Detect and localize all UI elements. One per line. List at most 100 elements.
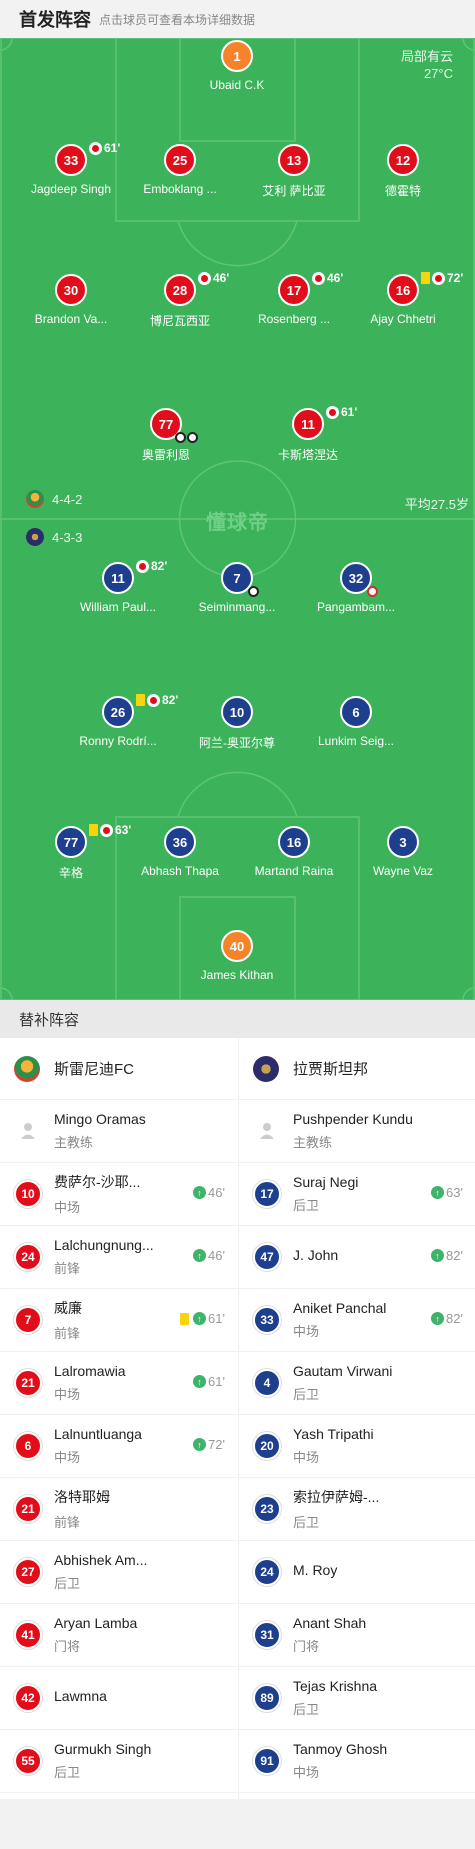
player-away-def-2[interactable]: 36 Abhash Thapa bbox=[120, 826, 240, 878]
shirt-number: 32 bbox=[348, 570, 364, 586]
home-sub-row[interactable]: 27 Abhishek Am... 后卫 bbox=[0, 1541, 237, 1604]
player-position: 前锋 bbox=[54, 1515, 81, 1530]
player-home-fw-1[interactable]: 77 奥雷利恩 bbox=[106, 408, 226, 463]
away-sub-row[interactable]: 89 Tejas Krishna 后卫 bbox=[239, 1667, 475, 1730]
sub-on-icon: ↑ bbox=[193, 1186, 207, 1199]
player-away-mid-2[interactable]: 10 阿兰-奥亚尔尊 bbox=[177, 696, 297, 751]
shirt-number: 21 bbox=[14, 1369, 42, 1397]
player-away-fw-3[interactable]: 32 Pangambam... bbox=[296, 562, 416, 614]
player-position: 中场 bbox=[54, 1200, 81, 1215]
sub-off-icon bbox=[432, 271, 445, 285]
home-sub-row[interactable]: 55 Gurmukh Singh 后卫 bbox=[0, 1730, 237, 1793]
away-sub-row[interactable]: 91 Tanmoy Ghosh 中场 bbox=[239, 1730, 475, 1793]
player-position: 后卫 bbox=[54, 1765, 81, 1780]
player-name: Abhishek Am... bbox=[54, 1552, 148, 1568]
sub-on-icon: ↑ bbox=[193, 1438, 207, 1451]
sub-in-tag: ↑ 46' bbox=[193, 1185, 225, 1200]
player-home-fw-2[interactable]: 11 61' 卡斯塔涅达 bbox=[248, 405, 368, 463]
sub-in-tag: ↑ 82' bbox=[431, 1311, 463, 1326]
shirt-number: 7 bbox=[233, 570, 241, 586]
player-name: 德霍特 bbox=[384, 184, 421, 198]
lineup-page: 首发阵容 点击球员可查看本场详细数据 局部有云 27°C 懂球帝 4-4-2 平… bbox=[0, 0, 475, 1849]
player-events: 46' bbox=[312, 271, 343, 285]
shirt-number: 16 bbox=[278, 826, 310, 858]
player-home-def-2[interactable]: 25 Emboklang ... bbox=[120, 144, 240, 196]
player-away-fw-2[interactable]: 7 Seiminmang... bbox=[177, 562, 297, 614]
player-name: Suraj Negi bbox=[293, 1174, 359, 1190]
player-name: 威廉 bbox=[54, 1300, 82, 1316]
home-coach-row[interactable]: Mingo Oramas 主教练 bbox=[0, 1100, 237, 1163]
player-home-mid-1[interactable]: 30 Brandon Va... bbox=[11, 274, 131, 326]
player-home-gk[interactable]: 1 Ubaid C.K bbox=[177, 40, 297, 92]
home-sub-row[interactable]: 6 Lalnuntluanga 中场 ↑ 72' bbox=[0, 1415, 237, 1478]
shirt-number: 17 bbox=[286, 282, 302, 298]
goal-icon bbox=[248, 586, 259, 597]
away-team-row[interactable]: 拉贾斯坦邦 bbox=[239, 1038, 475, 1100]
home-sub-row[interactable]: 21 Lalromawia 中场 ↑ 61' bbox=[0, 1352, 237, 1415]
player-away-mid-1[interactable]: 26 82' Ronny Rodrí... bbox=[58, 693, 178, 748]
player-name: Martand Raina bbox=[254, 864, 334, 878]
home-formation: 4-4-2 bbox=[26, 490, 82, 508]
player-away-def-1[interactable]: 77 63' 辛格 bbox=[11, 823, 131, 881]
player-away-gk[interactable]: 40 James Kithan bbox=[177, 930, 297, 982]
shirt-number: 41 bbox=[14, 1621, 42, 1649]
player-home-mid-4[interactable]: 16 72' Ajay Chhetri bbox=[343, 271, 463, 326]
away-sub-row[interactable]: 24 M. Roy bbox=[239, 1541, 475, 1604]
away-team-logo-icon bbox=[253, 1055, 279, 1082]
away-sub-row[interactable]: 33 Aniket Panchal 中场 ↑ 82' bbox=[239, 1289, 475, 1352]
home-sub-row[interactable]: 10 费萨尔-沙耶... 中场 ↑ 46' bbox=[0, 1163, 237, 1226]
away-team-logo-icon bbox=[26, 528, 44, 546]
shirt-number: 42 bbox=[14, 1684, 42, 1712]
player-name: Anant Shah bbox=[293, 1615, 367, 1631]
shirt-number: 23 bbox=[253, 1495, 281, 1523]
away-sub-row[interactable]: 4 Gautam Virwani 后卫 bbox=[239, 1352, 475, 1415]
player-home-mid-3[interactable]: 17 46' Rosenberg ... bbox=[234, 271, 354, 326]
home-sub-row[interactable]: 41 Aryan Lamba 门将 bbox=[0, 1604, 237, 1667]
away-sub-row[interactable]: 17 Suraj Negi 后卫 ↑ 63' bbox=[239, 1163, 475, 1226]
player-away-def-3[interactable]: 16 Martand Raina bbox=[234, 826, 354, 878]
shirt-number: 30 bbox=[55, 274, 87, 306]
home-formation-text: 4-4-2 bbox=[52, 491, 83, 507]
coach-role: 主教练 bbox=[293, 1135, 333, 1150]
coach-icon bbox=[14, 1117, 42, 1145]
away-sub-row[interactable]: 20 Yash Tripathi 中场 bbox=[239, 1415, 475, 1478]
player-away-def-4[interactable]: 3 Wayne Vaz bbox=[343, 826, 463, 878]
sub-minute: 82' bbox=[446, 1311, 463, 1326]
away-sub-row[interactable]: 31 Anant Shah 门将 bbox=[239, 1604, 475, 1667]
player-position: 门将 bbox=[54, 1639, 81, 1654]
player-position: 中场 bbox=[54, 1450, 81, 1465]
player-position: 前锋 bbox=[54, 1326, 81, 1341]
sub-on-icon: ↑ bbox=[431, 1186, 445, 1199]
weather: 局部有云 27°C bbox=[401, 48, 453, 82]
player-name: Lalnuntluanga bbox=[54, 1426, 142, 1442]
player-home-def-1[interactable]: 33 61' Jagdeep Singh bbox=[11, 141, 131, 196]
player-name: 辛格 bbox=[58, 866, 83, 880]
home-sub-row[interactable]: 24 Lalchungnung... 前锋 ↑ 46' bbox=[0, 1226, 237, 1289]
away-coach-row[interactable]: Pushpender Kundu 主教练 bbox=[239, 1100, 475, 1163]
player-away-mid-3[interactable]: 6 Lunkim Seig... bbox=[296, 696, 416, 748]
player-home-def-4[interactable]: 12 德霍特 bbox=[343, 144, 463, 199]
lineup-title: 首发阵容 bbox=[19, 10, 91, 30]
home-sub-row[interactable]: 42 Lawmna bbox=[0, 1667, 237, 1730]
sub-in-tag: ↑ 72' bbox=[193, 1437, 225, 1452]
home-sub-row[interactable]: 21 洛特耶姆 前锋 bbox=[0, 1478, 237, 1541]
player-events: 82' bbox=[136, 693, 178, 707]
sub-on-icon: ↑ bbox=[431, 1249, 445, 1262]
home-team-logo-icon bbox=[26, 490, 44, 508]
sub-minute: 63' bbox=[446, 1185, 463, 1200]
player-name: J. John bbox=[293, 1246, 339, 1263]
away-sub-row[interactable]: 47 J. John ↑ 82' bbox=[239, 1226, 475, 1289]
home-team-row[interactable]: 斯雷尼迪FC bbox=[0, 1038, 237, 1100]
player-home-def-3[interactable]: 13 艾利 萨比亚 bbox=[234, 144, 354, 199]
subs-title: 替补阵容 bbox=[0, 1000, 475, 1038]
player-name: Tanmoy Ghosh bbox=[293, 1741, 388, 1757]
sub-on-icon: ↑ bbox=[193, 1312, 207, 1325]
coach-icon bbox=[253, 1117, 281, 1145]
player-name: 费萨尔-沙耶... bbox=[54, 1174, 141, 1190]
player-away-fw-1[interactable]: 11 82' William Paul... bbox=[58, 559, 178, 614]
away-sub-row[interactable]: 23 索拉伊萨姆-... 后卫 bbox=[239, 1478, 475, 1541]
home-sub-row[interactable]: 7 威廉 前锋 ↑ 61' bbox=[0, 1289, 237, 1352]
shirt-number: 24 bbox=[14, 1243, 42, 1271]
shirt-number: 33 bbox=[253, 1306, 281, 1334]
player-home-mid-2[interactable]: 28 46' 博尼瓦西亚 bbox=[120, 271, 240, 329]
